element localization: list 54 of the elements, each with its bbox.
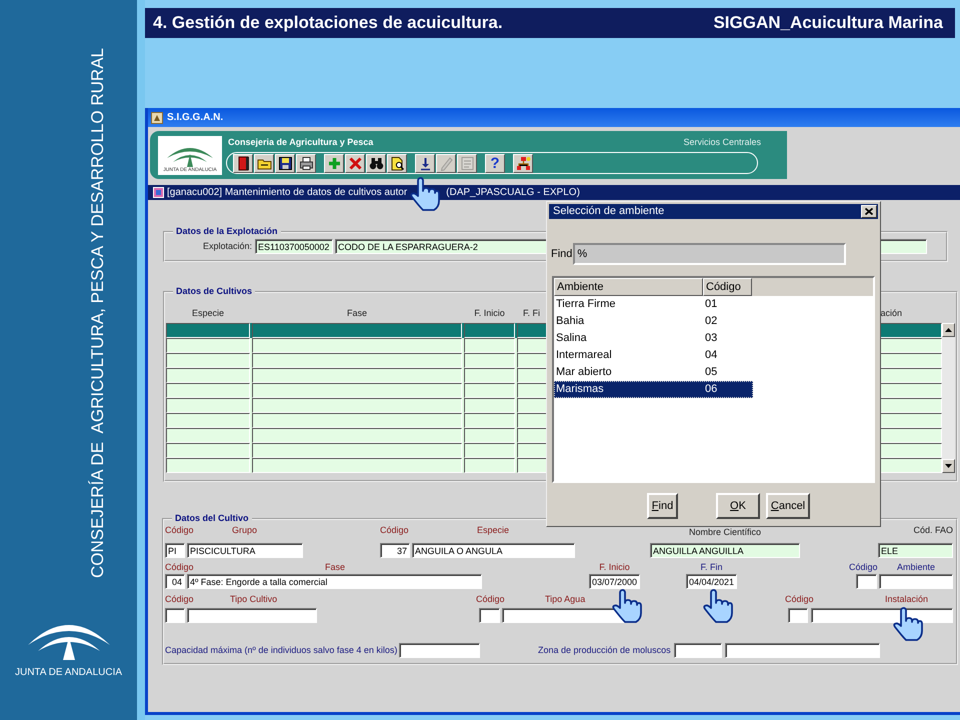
table-cell-text: 03 <box>704 331 718 346</box>
table-cell-text: Intermareal <box>555 348 613 363</box>
field-label: Capacidad máxima (nº de individuos salvo fase 4 en kilos) <box>165 644 396 657</box>
table-cell-text: 02 <box>704 314 718 329</box>
field-label: Código <box>165 525 195 536</box>
field-label: Código <box>785 594 815 605</box>
field-label: Código <box>849 562 879 573</box>
field-label: Código <box>165 562 195 573</box>
table-cell-text: Bahia <box>555 314 586 329</box>
group-legend: Datos de Cultivos <box>173 286 256 297</box>
column-header: F. Fi <box>522 307 541 320</box>
field-label: Especie <box>477 525 510 536</box>
column-header: Código <box>703 278 752 296</box>
office-name: Servicios Centrales <box>683 136 761 149</box>
field-label: F. Fin <box>699 562 724 573</box>
column-header: ación <box>879 307 903 320</box>
organization-name: Consejeria de Agricultura y Pesca <box>228 136 374 149</box>
dialog-title: Selección de ambiente <box>553 204 664 220</box>
table-cell-text: Marismas <box>555 382 605 397</box>
field-label: Grupo <box>232 525 258 536</box>
application-name: SIGGAN_Acuicultura Marina <box>713 12 943 34</box>
group-legend: Datos de la Explotación <box>173 226 281 237</box>
logo-caption: JUNTA DE ANDALUCIA <box>14 666 122 680</box>
group-legend: Datos del Cultivo <box>172 513 252 524</box>
table-cell-text: Mar abierto <box>555 365 613 380</box>
field-label: Tipo Agua <box>545 594 586 605</box>
field-label: F. Inicio <box>598 562 631 573</box>
field-label: Instalación <box>884 594 930 605</box>
field-label: Código <box>476 594 506 605</box>
field-label: Nombre Científico <box>688 527 762 538</box>
table-cell-text: 01 <box>704 297 718 312</box>
column-header: F. Inicio <box>473 307 506 320</box>
field-label: Explotación: <box>202 240 252 253</box>
field-label: Find <box>551 246 572 262</box>
field-label: Cód. FAO <box>912 525 953 536</box>
field-label: Ambiente <box>896 562 936 573</box>
field-label: Tipo Cultivo <box>230 594 278 605</box>
field-label: Código <box>380 525 410 536</box>
column-header: Fase <box>346 307 368 320</box>
window-title: S.I.G.G.A.N. <box>167 111 224 125</box>
vertical-ministry-title: CONSEJERÍA DE AGRICULTURA, PESCA Y DESARROLLO RURAL <box>87 48 108 578</box>
table-cell-text: 06 <box>704 382 718 397</box>
column-header: Especie <box>190 307 226 320</box>
table-cell-text: 04 <box>704 348 718 363</box>
field-label: Zona de producción de moluscos <box>538 644 670 657</box>
session-user: (DAP_JPASCUALG - EXPLO) <box>446 186 580 200</box>
table-cell-text: 05 <box>704 365 718 380</box>
field-label: Código <box>165 594 195 605</box>
form-title: [ganacu002] Mantenimiento de datos de cultivos autor <box>167 186 408 200</box>
slide-title: 4. Gestión de explotaciones de acuicultura. <box>153 12 503 34</box>
table-cell-text: Tierra Firme <box>555 297 616 312</box>
field-label: Fase <box>325 562 346 573</box>
table-cell-text: Salina <box>555 331 588 346</box>
column-header: Ambiente <box>554 278 703 296</box>
